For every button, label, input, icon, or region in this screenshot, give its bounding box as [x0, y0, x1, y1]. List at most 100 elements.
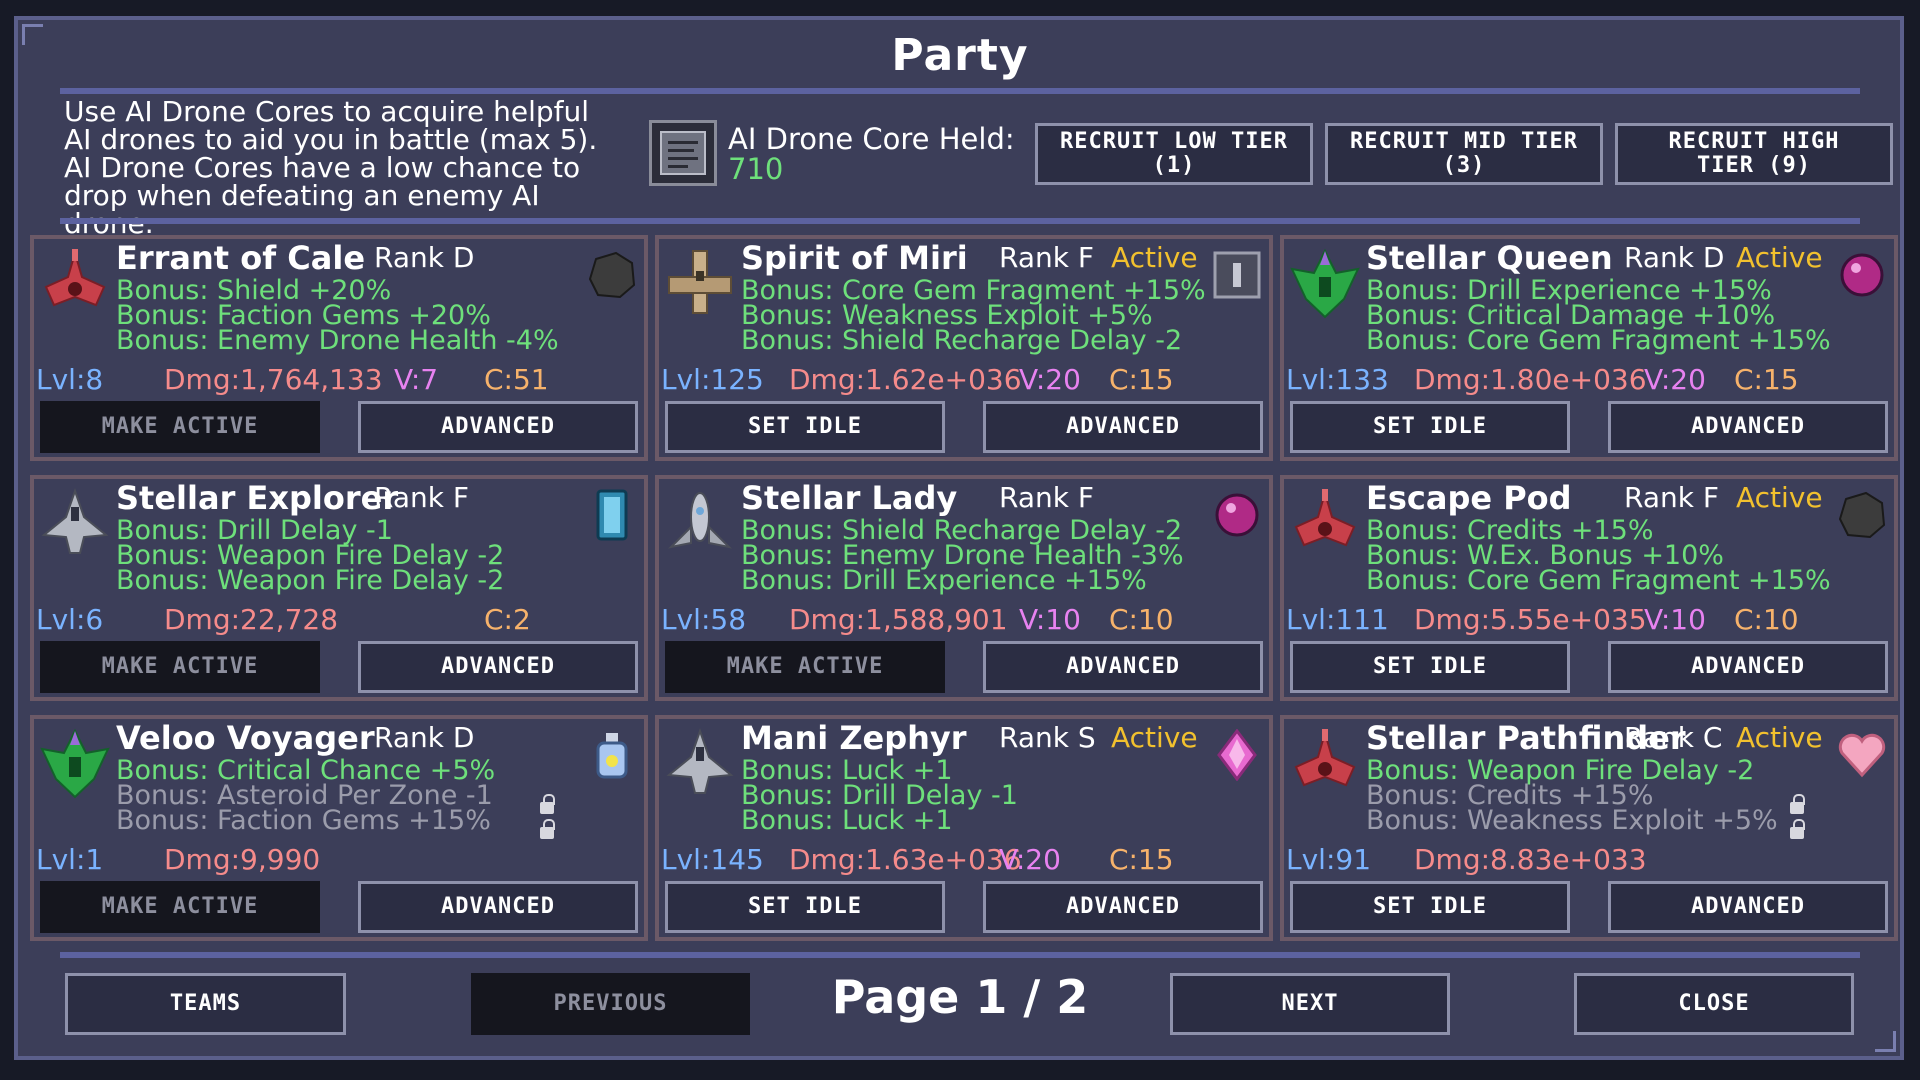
active-status: Active [1736, 241, 1823, 274]
drone-core-chip-icon [649, 120, 717, 186]
drone-c-stat: C:15 [1109, 363, 1174, 396]
drone-c-stat: C:15 [1734, 363, 1799, 396]
drone-v-stat: V:20 [1644, 363, 1706, 396]
drone-rank: Rank D [374, 721, 475, 754]
drone-rank: Rank F [1624, 481, 1719, 514]
drone-v-stat: V:10 [1644, 603, 1706, 636]
drone-c-stat: C:2 [484, 603, 531, 636]
make-active-button[interactable]: MAKE ACTIVE [40, 881, 320, 933]
bonus-line: Bonus: Shield Recharge Delay -2 [741, 325, 1183, 356]
lock-icon [1790, 819, 1805, 839]
set-idle-button[interactable]: SET IDLE [665, 881, 945, 933]
core-held-label: AI Drone Core Held: [728, 122, 1015, 156]
drone-name: Errant of Cale [116, 239, 366, 277]
drone-level: Lvl:1 [36, 843, 104, 876]
set-idle-button[interactable]: SET IDLE [665, 401, 945, 453]
drone-level: Lvl:6 [36, 603, 104, 636]
drone-name: Veloo Voyager [116, 719, 375, 757]
drone-rank: Rank F [999, 481, 1094, 514]
close-button[interactable]: CLOSE [1574, 973, 1854, 1035]
drone-card: Escape Pod Rank F Active Bonus: Credits +15… [1280, 475, 1898, 701]
purple-orb-icon [1211, 489, 1263, 541]
drone-name: Stellar Explorer [116, 479, 399, 517]
drone-name: Mani Zephyr [741, 719, 967, 757]
advanced-button[interactable]: ADVANCED [983, 881, 1263, 933]
recruit-high-tier-button[interactable]: RECRUIT HIGH TIER (9) [1615, 123, 1893, 185]
active-status: Active [1736, 481, 1823, 514]
drone-c-stat: C:10 [1109, 603, 1174, 636]
pink-crystal-icon [1211, 728, 1263, 782]
core-held-value: 710 [728, 152, 784, 186]
teams-button[interactable]: TEAMS [65, 973, 346, 1035]
advanced-button[interactable]: ADVANCED [358, 881, 638, 933]
drone-card: Mani Zephyr Rank S Active Bonus: Luck +1 Bon… [655, 715, 1273, 941]
drone-damage: Dmg:1.62e+036 [789, 363, 1022, 396]
pink-heart-icon [1836, 729, 1888, 781]
bonus-line: Bonus: Luck +1 [741, 805, 953, 836]
bonus-line: Bonus: Core Gem Fragment +15% [1366, 325, 1831, 356]
drone-damage: Dmg:1.80e+036 [1414, 363, 1647, 396]
advanced-button[interactable]: ADVANCED [358, 401, 638, 453]
advanced-button[interactable]: ADVANCED [1608, 401, 1888, 453]
set-idle-button[interactable]: SET IDLE [1290, 401, 1570, 453]
active-status: Active [1111, 721, 1198, 754]
drone-card: Stellar Pathfinder Rank C Active Bonus: Wea… [1280, 715, 1898, 941]
previous-page-button[interactable]: PREVIOUS [471, 973, 750, 1035]
drone-level: Lvl:8 [36, 363, 104, 396]
drone-name: Stellar Queen [1366, 239, 1613, 277]
green-drone-icon [38, 727, 112, 801]
drone-rank: Rank C [1624, 721, 1723, 754]
advanced-button[interactable]: ADVANCED [1608, 881, 1888, 933]
drone-rank: Rank D [1624, 241, 1725, 274]
red-drone-icon [38, 247, 112, 321]
recruit-low-tier-button[interactable]: RECRUIT LOW TIER (1) [1035, 123, 1313, 185]
green-drone-icon [1288, 247, 1362, 321]
drone-rank: Rank F [999, 241, 1094, 274]
set-idle-button[interactable]: SET IDLE [1290, 641, 1570, 693]
corner-ornament [1875, 1031, 1896, 1052]
drone-card: Stellar Queen Rank D Active Bonus: Drill Ex… [1280, 235, 1898, 461]
drone-v-stat: V:20 [1019, 363, 1081, 396]
drone-card: Stellar Explorer Rank F Bonus: Drill Delay… [30, 475, 648, 701]
drone-damage: Dmg:8.83e+033 [1414, 843, 1647, 876]
grey-fighter-icon [38, 487, 112, 561]
drone-damage: Dmg:5.55e+035 [1414, 603, 1647, 636]
drone-v-stat: V:10 [1019, 603, 1081, 636]
drone-level: Lvl:111 [1286, 603, 1389, 636]
tan-gunship-icon [663, 247, 737, 321]
drone-damage: Dmg:22,728 [164, 603, 339, 636]
next-page-button[interactable]: NEXT [1170, 973, 1450, 1035]
drone-damage: Dmg:1,764,133 [164, 363, 383, 396]
advanced-button[interactable]: ADVANCED [983, 401, 1263, 453]
recruit-mid-tier-button[interactable]: RECRUIT MID TIER (3) [1325, 123, 1603, 185]
drone-c-stat: C:15 [1109, 843, 1174, 876]
active-status: Active [1111, 241, 1198, 274]
drone-card: Stellar Lady Rank F Bonus: Shield Recharge… [655, 475, 1273, 701]
drone-c-stat: C:51 [484, 363, 549, 396]
divider [60, 88, 1860, 94]
divider [60, 218, 1860, 224]
drone-rank: Rank D [374, 241, 475, 274]
asteroid-rock-icon [1836, 489, 1888, 541]
drone-level: Lvl:133 [1286, 363, 1389, 396]
make-active-button[interactable]: MAKE ACTIVE [40, 401, 320, 453]
lock-icon [540, 819, 555, 839]
bonus-line: Bonus: Weapon Fire Delay -2 [116, 565, 505, 596]
make-active-button[interactable]: MAKE ACTIVE [665, 641, 945, 693]
make-active-button[interactable]: MAKE ACTIVE [40, 641, 320, 693]
lock-icon [540, 794, 555, 814]
drone-v-stat: V:7 [394, 363, 439, 396]
drone-level: Lvl:145 [661, 843, 764, 876]
drone-level: Lvl:58 [661, 603, 747, 636]
description-text: Use AI Drone Cores to acquire helpful AI… [64, 95, 598, 238]
red-drone-icon [1288, 487, 1362, 561]
drone-card: Veloo Voyager Rank D Bonus: Critical Chanc… [30, 715, 648, 941]
drone-damage: Dmg:1,588,901 [789, 603, 1008, 636]
advanced-button[interactable]: ADVANCED [983, 641, 1263, 693]
advanced-button[interactable]: ADVANCED [1608, 641, 1888, 693]
drone-card: Errant of Cale Rank D Bonus: Shield +20% Bo… [30, 235, 648, 461]
bonus-line: Bonus: Faction Gems +15% [116, 805, 491, 836]
bonus-line: Bonus: Enemy Drone Health -4% [116, 325, 559, 356]
set-idle-button[interactable]: SET IDLE [1290, 881, 1570, 933]
advanced-button[interactable]: ADVANCED [358, 641, 638, 693]
